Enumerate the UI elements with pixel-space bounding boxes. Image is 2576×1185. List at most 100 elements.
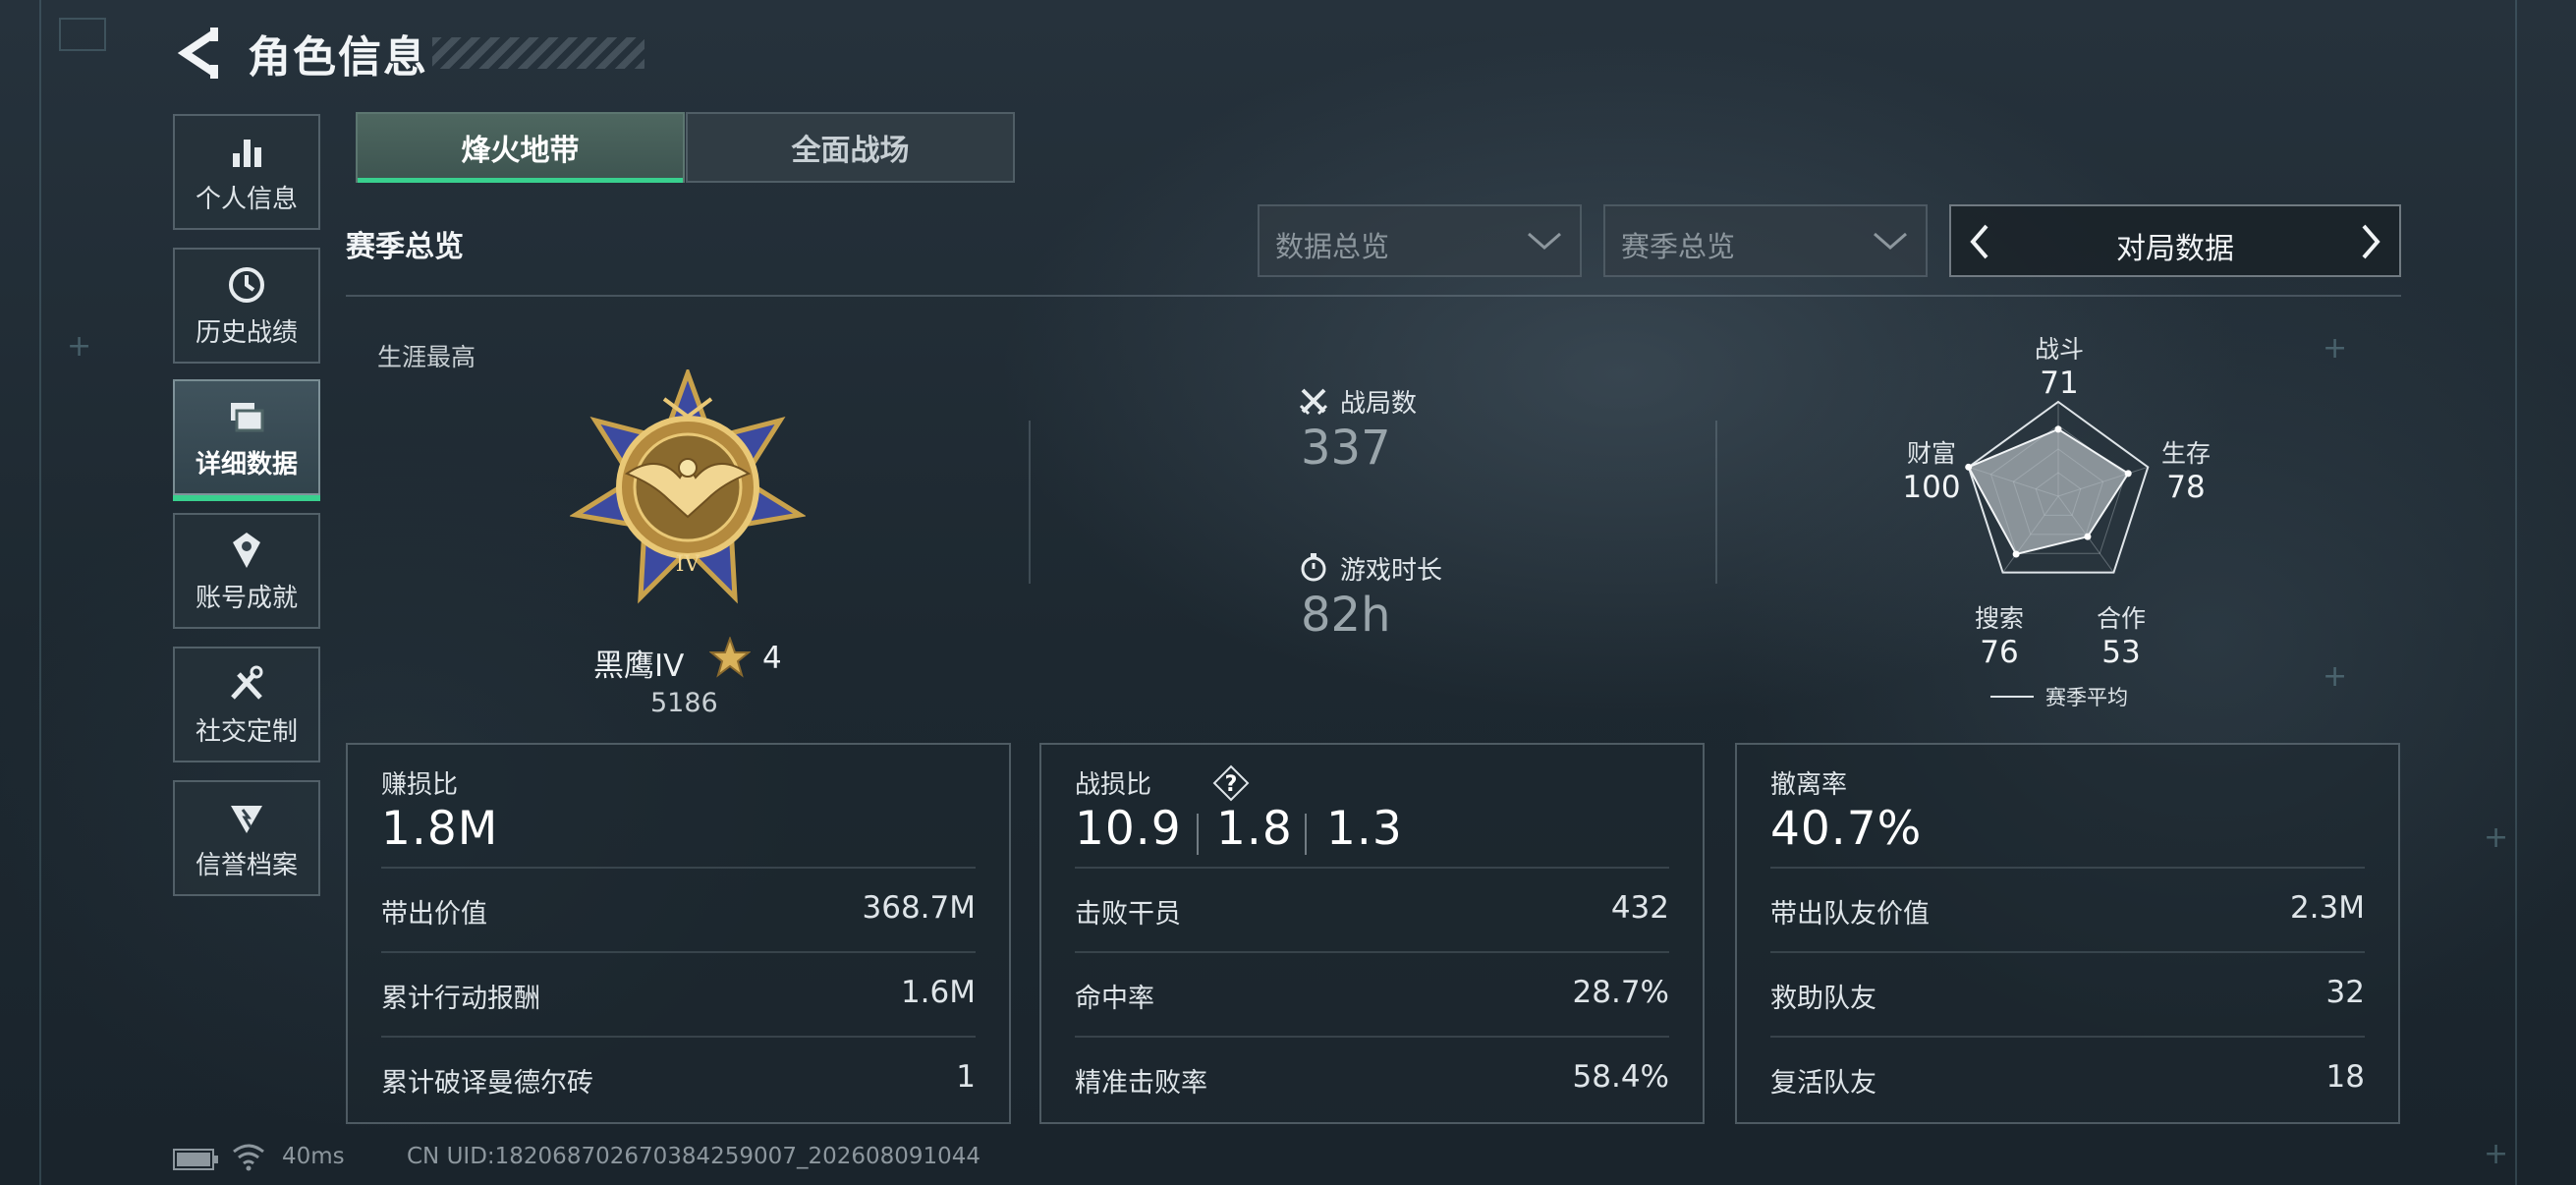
kd-value-2: 1.8 <box>1216 802 1293 856</box>
kd-ratio-card: 战损比 ? 10.9 1.8 1.3 击败干员 432 命中率 28.7% 精准… <box>1039 743 1705 1124</box>
data-overview-dropdown[interactable]: 数据总览 <box>1258 204 1582 277</box>
radar-label: 搜索 <box>1974 604 2024 633</box>
frame-cross-1: + <box>67 329 92 364</box>
section-title: 赛季总览 <box>346 230 464 264</box>
frame-cross-4: + <box>2484 820 2509 855</box>
medal-icon <box>233 532 260 568</box>
radar-axis-cooperation: 合作 53 <box>2087 599 2156 670</box>
kd-value-1: 10.9 <box>1075 802 1182 856</box>
radar-axis-search: 搜索 76 <box>1965 599 2034 670</box>
nav-item-reputation[interactable]: 信誉档案 <box>173 780 320 896</box>
stack-cards-icon <box>231 402 264 431</box>
season-overview-dropdown[interactable]: 赛季总览 <box>1603 204 1928 277</box>
dropdown-value: 数据总览 <box>1275 230 1390 263</box>
radar-value: 76 <box>1980 635 2019 670</box>
radar-point <box>2124 470 2132 478</box>
row-value: 18 <box>2325 1059 2365 1095</box>
frame-line-left <box>39 0 41 1185</box>
radar-label: 财富 <box>1906 439 1956 468</box>
playtime-value: 82h <box>1301 588 1391 643</box>
page-title: 角色信息 <box>248 32 428 83</box>
profit-ratio-card: 赚损比 1.8M 带出价值 368.7M 累计行动报酬 1.6M 累计破译曼德尔… <box>346 743 1011 1124</box>
nav-item-profile[interactable]: 个人信息 <box>173 114 320 230</box>
radar-label: 合作 <box>2096 604 2146 633</box>
card-row: 击败干员 432 <box>1075 867 1669 953</box>
row-label: 击败干员 <box>1075 899 1181 930</box>
match-data-pager: 对局数据 <box>1949 204 2401 277</box>
kd-value-3: 1.3 <box>1326 802 1403 856</box>
nav-item-history[interactable]: 历史战绩 <box>173 248 320 364</box>
row-value: 2.3M <box>2289 890 2365 926</box>
kd-separator <box>1197 814 1199 855</box>
radar-value: 100 <box>1902 470 1961 505</box>
radar-point <box>2012 550 2020 558</box>
row-value: 1 <box>956 1059 976 1095</box>
row-label: 累计破译曼德尔砖 <box>381 1068 593 1099</box>
radar-axis-survival: 生存 78 <box>2152 434 2220 505</box>
radar-point <box>2054 425 2062 433</box>
section-divider <box>346 295 2401 297</box>
matches-value: 337 <box>1301 421 1391 476</box>
nav-item-achievements[interactable]: 账号成就 <box>173 513 320 629</box>
nav-label: 个人信息 <box>195 184 298 214</box>
row-label: 累计行动报酬 <box>381 984 540 1014</box>
card-row: 累计行动报酬 1.6M <box>381 951 976 1038</box>
card-main-value: 40.7% <box>1770 802 1923 856</box>
card-row: 累计破译曼德尔砖 1 <box>381 1036 976 1122</box>
nav-label: 历史战绩 <box>195 317 298 348</box>
card-row: 精准击败率 58.4% <box>1075 1036 1669 1122</box>
row-label: 精准击败率 <box>1075 1068 1207 1099</box>
card-row: 命中率 28.7% <box>1075 951 1669 1038</box>
card-title: 撤离率 <box>1770 770 1848 800</box>
card-row: 带出队友价值 2.3M <box>1770 867 2365 953</box>
row-label: 救助队友 <box>1770 984 1876 1014</box>
radar-label: 生存 <box>2160 439 2211 468</box>
help-text: ? <box>1225 772 1238 797</box>
nav-label: 详细数据 <box>195 449 298 480</box>
frame-cross-2: + <box>2323 331 2348 366</box>
tools-icon <box>231 665 263 700</box>
radar-axis-combat: 战斗 71 <box>2030 330 2089 401</box>
card-row: 复活队友 18 <box>1770 1036 2365 1122</box>
row-value: 368.7M <box>862 890 977 926</box>
chevron-down-icon <box>1528 232 1561 250</box>
app-root: + + + + + 角色信息 个人信息 历史战绩 详细数据 账号成就 社交定制 … <box>0 0 2576 1185</box>
row-label: 带出队友价值 <box>1770 899 1930 930</box>
back-arrow-icon[interactable] <box>175 28 220 79</box>
nav-item-social[interactable]: 社交定制 <box>173 647 320 762</box>
frame-corner-box <box>59 18 106 51</box>
chevron-right-icon[interactable] <box>2356 222 2385 261</box>
rank-score: 5186 <box>650 688 718 718</box>
row-label: 复活队友 <box>1770 1068 1876 1099</box>
tab-warzone[interactable]: 烽火地带 <box>356 112 685 183</box>
rank-star-count: 4 <box>762 641 782 676</box>
nav-label: 社交定制 <box>195 716 298 747</box>
row-label: 命中率 <box>1075 984 1154 1014</box>
career-best-label: 生涯最高 <box>377 343 476 371</box>
shield-badge-icon <box>231 805 262 833</box>
card-row: 带出价值 368.7M <box>381 867 976 953</box>
legend-line <box>1990 696 2034 698</box>
pager-label: 对局数据 <box>2116 232 2234 266</box>
tab-battlefield[interactable]: 全面战场 <box>686 112 1015 183</box>
nav-item-details[interactable]: 详细数据 <box>173 379 320 501</box>
frame-cross-5: + <box>2484 1137 2509 1171</box>
frame-line-right <box>2515 0 2517 1185</box>
chevron-down-icon <box>1874 232 1907 250</box>
title-hatch-decoration <box>432 37 644 69</box>
radar-label: 战斗 <box>2034 335 2084 364</box>
medal-numeral: IV <box>676 552 701 577</box>
help-icon[interactable]: ? <box>1212 764 1250 802</box>
star-icon <box>709 637 751 678</box>
extraction-rate-card: 撤离率 40.7% 带出队友价值 2.3M 救助队友 32 复活队友 18 <box>1735 743 2400 1124</box>
clock-icon <box>229 266 264 303</box>
battery-icon <box>173 1149 218 1170</box>
row-value: 28.7% <box>1572 975 1669 1010</box>
stopwatch-icon <box>1301 553 1326 582</box>
nav-label: 账号成就 <box>195 583 298 613</box>
radar-axis-wealth: 财富 100 <box>1894 434 1969 505</box>
wifi-icon <box>233 1144 264 1171</box>
legend-label: 赛季平均 <box>2045 686 2128 709</box>
card-main-value: 1.8M <box>381 802 499 856</box>
row-value: 32 <box>2325 975 2365 1010</box>
